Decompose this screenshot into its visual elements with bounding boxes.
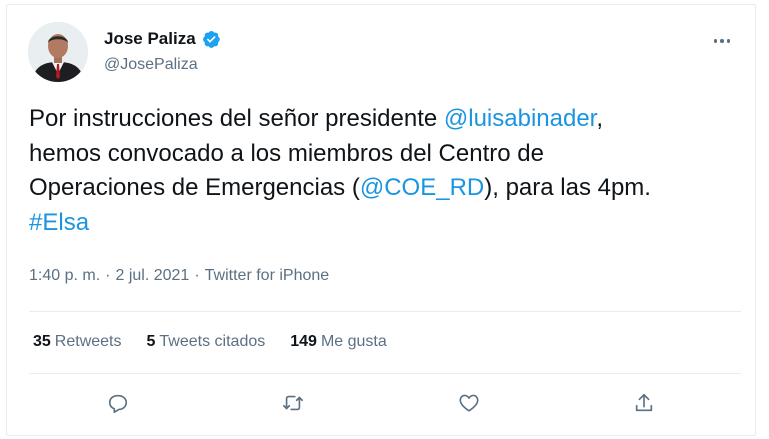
retweet-icon <box>282 392 304 419</box>
avatar[interactable] <box>28 22 88 82</box>
reply-icon <box>107 392 129 419</box>
text-segment: Por instrucciones del señor presidente <box>29 105 444 132</box>
tweet-card: Jose Paliza @JosePaliza Por instruccione… <box>6 4 756 436</box>
meta-separator: · <box>105 267 111 284</box>
retweets-count: 35 <box>33 333 51 350</box>
quotes-count: 5 <box>146 333 156 350</box>
mention-link-luisabinader[interactable]: @luisabinader <box>444 105 596 132</box>
more-options-button[interactable] <box>707 31 737 51</box>
more-dot-icon <box>713 39 718 43</box>
text-segment: ), para las 4pm. <box>484 174 651 201</box>
divider <box>29 311 741 312</box>
mention-link-coe-rd[interactable]: @COE_RD <box>360 174 484 201</box>
share-button[interactable] <box>626 387 662 423</box>
quotes-label: Tweets citados <box>159 333 266 350</box>
tweet-source[interactable]: Twitter for iPhone <box>205 267 330 285</box>
tweet-date[interactable]: 2 jul. 2021 <box>115 267 189 285</box>
author-row: Jose Paliza <box>104 29 221 49</box>
like-icon <box>458 392 480 419</box>
tweet-text: Por instrucciones del señor presidente @… <box>29 102 749 240</box>
tweet-meta: 1:40 p. m. · 2 jul. 2021 · Twitter for i… <box>29 267 329 285</box>
likes-label: Me gusta <box>320 333 387 350</box>
retweet-button[interactable] <box>275 387 311 423</box>
retweets-label: Retweets <box>54 333 122 350</box>
like-button[interactable] <box>451 387 487 423</box>
author-name[interactable]: Jose Paliza <box>104 29 196 49</box>
more-dot-icon <box>720 39 724 43</box>
divider <box>29 373 741 374</box>
likes-stat[interactable]: 149 Me gusta <box>290 333 387 351</box>
tweet-time[interactable]: 1:40 p. m. <box>29 267 100 285</box>
meta-separator: · <box>194 267 200 284</box>
retweets-stat[interactable]: 35 Retweets <box>33 333 122 351</box>
hashtag-link-elsa[interactable]: #Elsa <box>29 209 89 236</box>
verified-badge-icon <box>201 29 221 49</box>
author-handle[interactable]: @JosePaliza <box>104 56 198 74</box>
likes-count: 149 <box>290 333 317 350</box>
quote-tweets-stat[interactable]: 5 Tweets citados <box>147 333 266 351</box>
more-dot-icon <box>726 39 731 43</box>
tweet-actions <box>7 387 757 423</box>
share-icon <box>633 392 655 419</box>
tweet-stats: 35 Retweets 5 Tweets citados 149 Me gusta <box>33 333 387 351</box>
reply-button[interactable] <box>100 387 136 423</box>
